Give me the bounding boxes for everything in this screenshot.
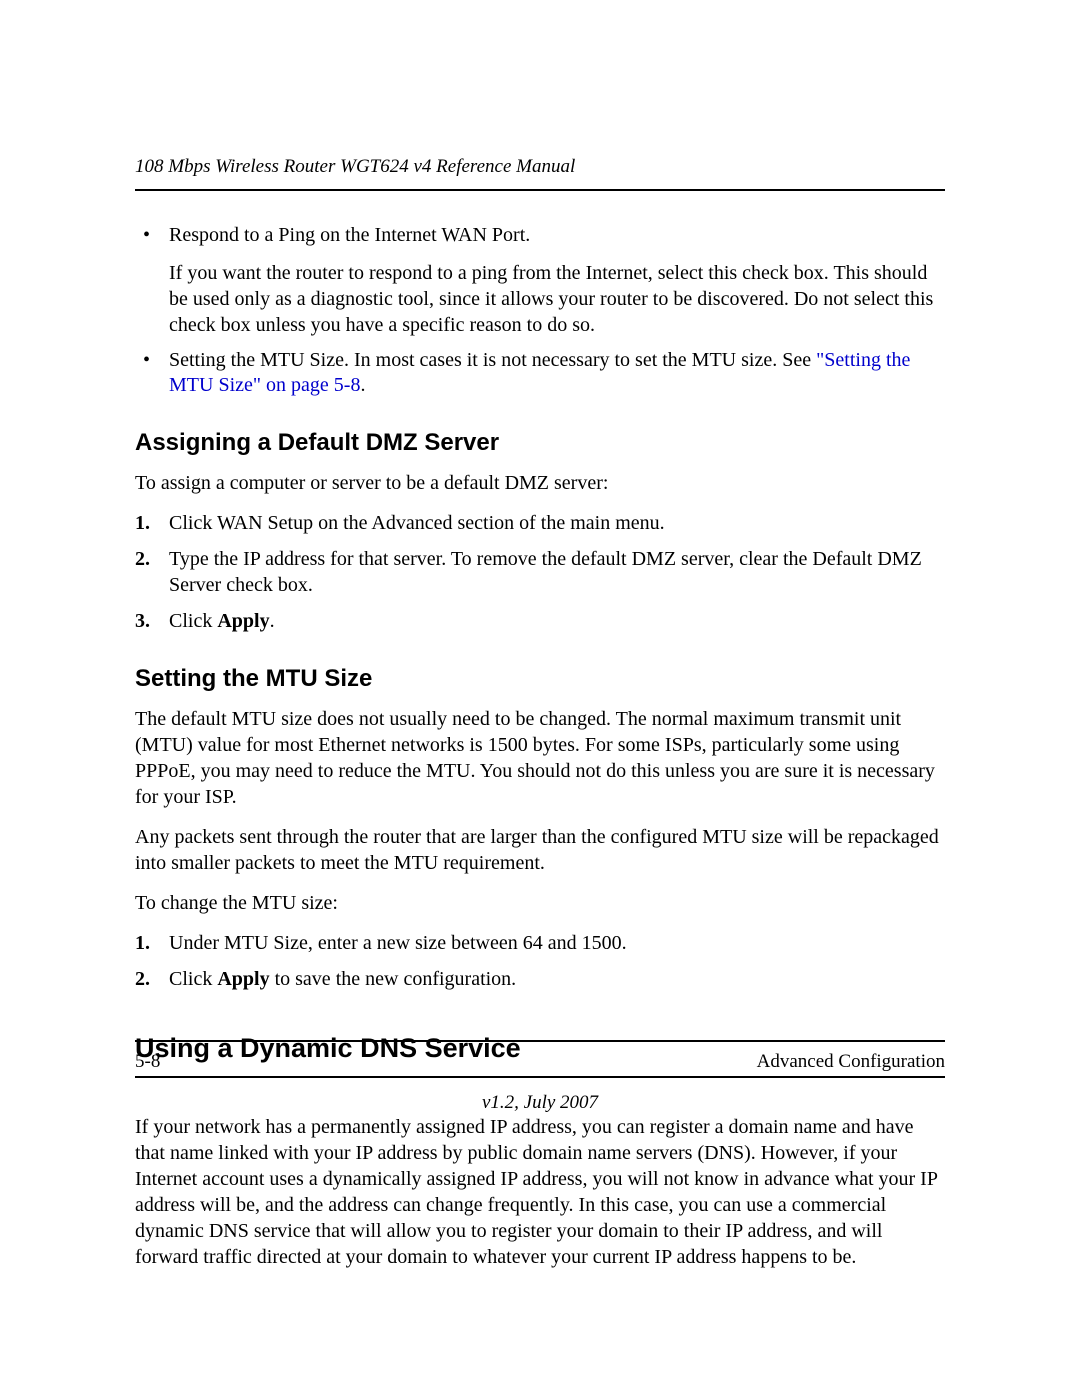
list-item: 2. Type the IP address for that server. … <box>135 546 945 598</box>
step-text: Click WAN Setup on the Advanced section … <box>169 512 665 534</box>
step-text: Type the IP address for that server. To … <box>169 548 922 596</box>
mtu-steps: 1. Under MTU Size, enter a new size betw… <box>135 930 945 992</box>
step-text-bold: Apply <box>217 610 269 632</box>
heading-mtu: Setting the MTU Size <box>135 664 945 694</box>
page-number: 5-8 <box>135 1050 160 1074</box>
step-text-tail: to save the new configuration. <box>270 968 517 990</box>
mtu-para-2: Any packets sent through the router that… <box>135 824 945 876</box>
step-number: 2. <box>135 546 163 572</box>
bullet-lead-text: Setting the MTU Size. In most cases it i… <box>169 349 816 371</box>
mtu-para-1: The default MTU size does not usually ne… <box>135 706 945 810</box>
version-line: v1.2, July 2007 <box>135 1091 945 1115</box>
step-number: 1. <box>135 930 163 956</box>
step-number: 3. <box>135 608 163 634</box>
ddns-para-1: If your network has a permanently assign… <box>135 1114 945 1270</box>
step-number: 2. <box>135 966 163 992</box>
mtu-para-3: To change the MTU size: <box>135 890 945 916</box>
list-item: 3. Click Apply. <box>135 608 945 634</box>
list-item: 2. Click Apply to save the new configura… <box>135 966 945 992</box>
page-footer: 5-8 Advanced Configuration v1.2, July 20… <box>135 1040 945 1116</box>
bullet-tail-text: . <box>360 374 365 396</box>
bullet-body: If you want the router to respond to a p… <box>169 260 945 338</box>
step-text-tail: . <box>270 610 275 632</box>
bullet-title: Respond to a Ping on the Internet WAN Po… <box>169 224 530 246</box>
list-item: 1. Click WAN Setup on the Advanced secti… <box>135 510 945 536</box>
step-number: 1. <box>135 510 163 536</box>
step-text-lead: Click <box>169 968 217 990</box>
dmz-steps: 1. Click WAN Setup on the Advanced secti… <box>135 510 945 634</box>
document-page: 108 Mbps Wireless Router WGT624 v4 Refer… <box>0 0 1080 1397</box>
step-text-lead: Click <box>169 610 217 632</box>
list-item: Setting the MTU Size. In most cases it i… <box>135 348 945 398</box>
heading-dmz: Assigning a Default DMZ Server <box>135 428 945 458</box>
step-text: Under MTU Size, enter a new size between… <box>169 932 627 954</box>
running-header: 108 Mbps Wireless Router WGT624 v4 Refer… <box>135 155 945 191</box>
list-item: Respond to a Ping on the Internet WAN Po… <box>135 223 945 338</box>
dmz-intro: To assign a computer or server to be a d… <box>135 470 945 496</box>
section-title: Advanced Configuration <box>757 1050 945 1074</box>
list-item: 1. Under MTU Size, enter a new size betw… <box>135 930 945 956</box>
lead-bullet-list: Respond to a Ping on the Internet WAN Po… <box>135 223 945 398</box>
footer-rule <box>135 1040 945 1042</box>
footer-row: 5-8 Advanced Configuration <box>135 1050 945 1074</box>
step-text-bold: Apply <box>217 968 269 990</box>
